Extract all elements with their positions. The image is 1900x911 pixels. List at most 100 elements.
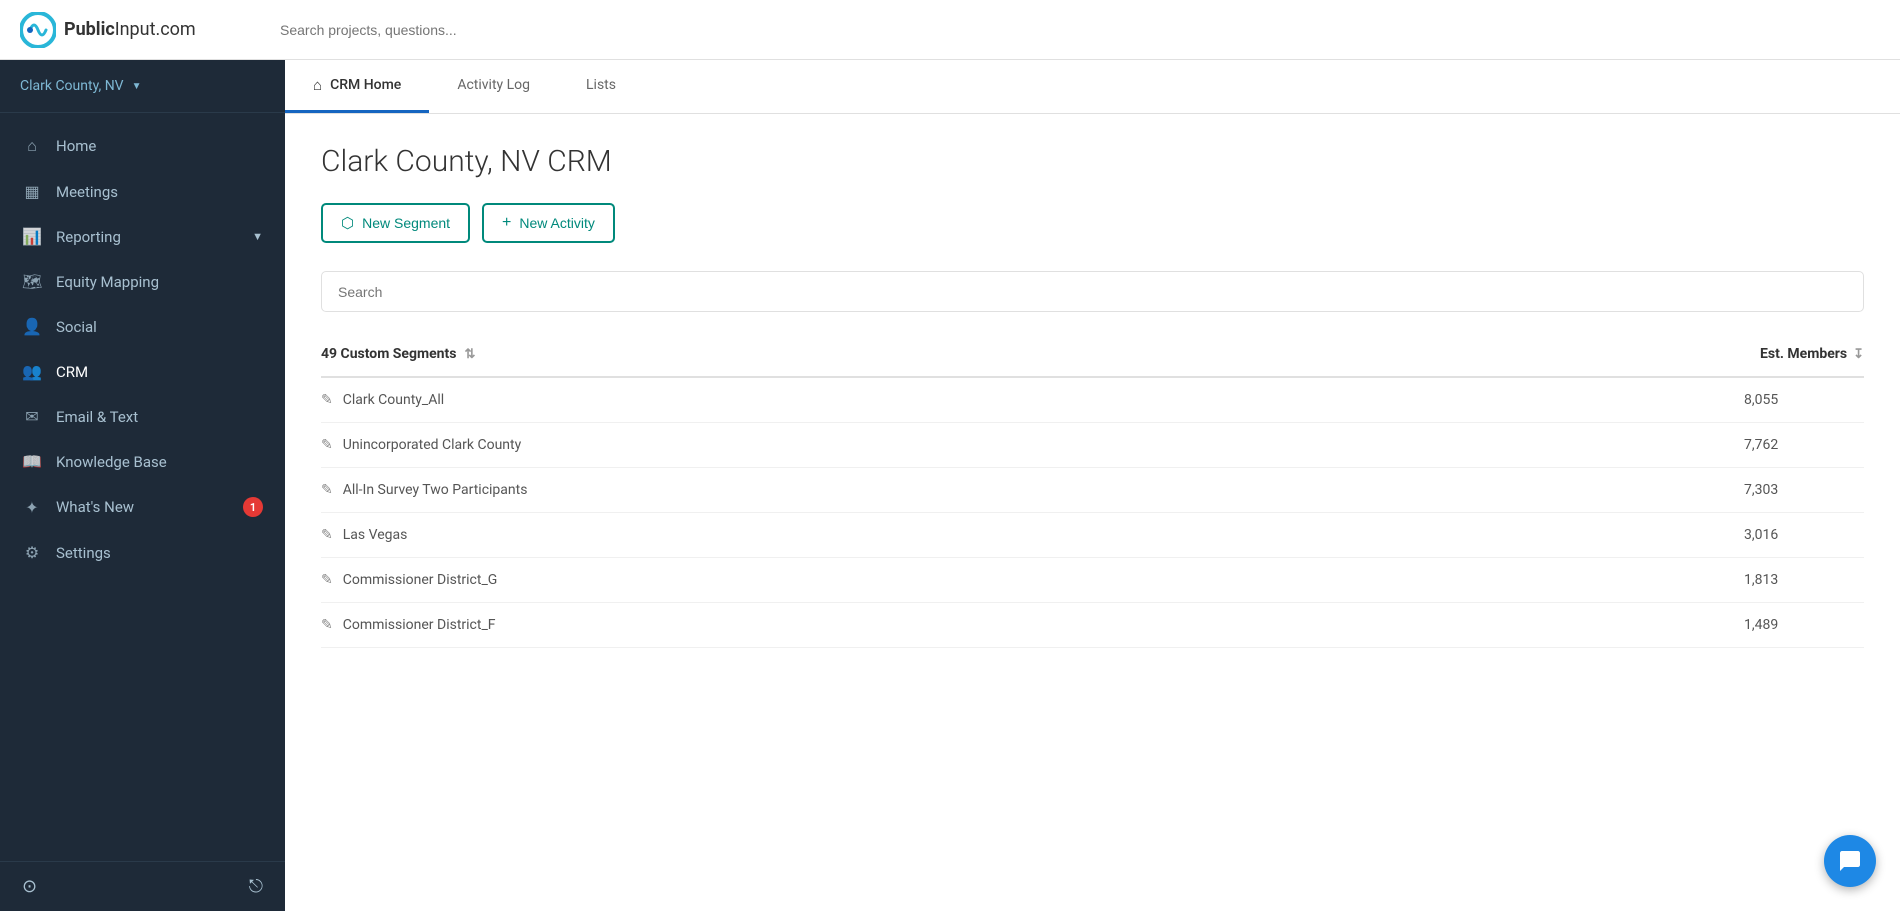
whats-new-icon: ✦ (22, 498, 42, 517)
sidebar-item-whats-new[interactable]: ✦ What's New 1 (0, 484, 285, 530)
sidebar-item-label: Social (56, 318, 263, 336)
org-selector[interactable]: Clark County, NV ▼ (0, 60, 285, 113)
search-input[interactable] (338, 284, 1847, 300)
segments-list: ✎ Clark County_All 8,055 ✎ Unincorporate… (321, 378, 1864, 648)
sidebar-item-meetings[interactable]: ▦ Meetings (0, 169, 285, 214)
tab-home-icon: ⌂ (313, 76, 322, 94)
sidebar-item-label: Home (56, 137, 263, 155)
col-name-header: 49 Custom Segments ⇅ (321, 346, 1760, 362)
sidebar-item-knowledge-base[interactable]: 📖 Knowledge Base (0, 439, 285, 484)
chat-button[interactable] (1824, 835, 1876, 887)
segment-name: Las Vegas (343, 527, 408, 543)
segment-name: Clark County_All (343, 392, 444, 408)
edit-icon: ✎ (321, 482, 333, 498)
content-area: ⌂ CRM Home Activity Log Lists Clark Coun… (285, 60, 1900, 911)
knowledge-base-icon: 📖 (22, 452, 42, 471)
table-row[interactable]: ✎ Commissioner District_G 1,813 (321, 558, 1864, 603)
new-segment-button[interactable]: ⬡ New Segment (321, 203, 470, 243)
segment-name: Commissioner District_F (343, 617, 496, 633)
social-icon: 👤 (22, 317, 42, 336)
action-bar: ⬡ New Segment + New Activity (321, 203, 1864, 243)
sidebar-item-label: Knowledge Base (56, 453, 263, 471)
reporting-icon: 📊 (22, 227, 42, 246)
search-input-wrap (321, 271, 1864, 312)
new-activity-label: New Activity (519, 215, 594, 231)
table-header: 49 Custom Segments ⇅ Est. Members ↧ (321, 332, 1864, 378)
segment-members-cell: 3,016 (1744, 527, 1864, 543)
edit-icon: ✎ (321, 572, 333, 588)
sidebar-item-reporting[interactable]: 📊 Reporting ▼ (0, 214, 285, 259)
table-row[interactable]: ✎ Unincorporated Clark County 7,762 (321, 423, 1864, 468)
members-sort-icon[interactable]: ↧ (1853, 347, 1864, 362)
sidebar-nav: ⌂ Home ▦ Meetings 📊 Reporting ▼ 🗺 Equity… (0, 113, 285, 861)
new-segment-icon: ⬡ (341, 214, 354, 232)
sidebar-item-social[interactable]: 👤 Social (0, 304, 285, 349)
sidebar: Clark County, NV ▼ ⌂ Home ▦ Meetings 📊 R… (0, 60, 285, 911)
table-row[interactable]: ✎ All-In Survey Two Participants 7,303 (321, 468, 1864, 513)
sidebar-item-settings[interactable]: ⚙ Settings (0, 530, 285, 575)
sidebar-item-label: Meetings (56, 183, 263, 201)
tab-crm-home[interactable]: ⌂ CRM Home (285, 60, 429, 113)
new-segment-label: New Segment (362, 215, 450, 231)
crm-icon: 👥 (22, 362, 42, 381)
segment-name-cell: ✎ Commissioner District_F (321, 617, 1744, 633)
help-icon[interactable]: ⊙ (22, 876, 37, 897)
tab-lists[interactable]: Lists (558, 60, 644, 113)
tab-label: Lists (586, 77, 616, 93)
new-activity-plus-icon: + (502, 214, 511, 232)
tab-label: Activity Log (457, 77, 530, 93)
tab-label: CRM Home (330, 77, 401, 93)
table-row[interactable]: ✎ Clark County_All 8,055 (321, 378, 1864, 423)
top-header: PublicInput.com (0, 0, 1900, 60)
new-activity-button[interactable]: + New Activity (482, 203, 615, 243)
email-icon: ✉ (22, 407, 42, 426)
sidebar-item-label: Equity Mapping (56, 273, 263, 291)
segment-name: Unincorporated Clark County (343, 437, 522, 453)
equity-mapping-icon: 🗺 (22, 272, 42, 291)
est-members-label: Est. Members (1760, 346, 1847, 362)
org-name: Clark County, NV (20, 78, 124, 94)
sidebar-item-label: Reporting (56, 228, 238, 246)
segments-table: 49 Custom Segments ⇅ Est. Members ↧ ✎ Cl… (321, 332, 1864, 648)
whats-new-badge: 1 (243, 497, 263, 517)
table-row[interactable]: ✎ Las Vegas 3,016 (321, 513, 1864, 558)
logo-text: PublicInput.com (64, 19, 196, 40)
sidebar-item-equity-mapping[interactable]: 🗺 Equity Mapping (0, 259, 285, 304)
segment-name: All-In Survey Two Participants (343, 482, 528, 498)
sidebar-item-label: What's New (56, 498, 229, 516)
global-search-input[interactable] (280, 22, 780, 38)
tab-bar: ⌂ CRM Home Activity Log Lists (285, 60, 1900, 114)
col-members-header: Est. Members ↧ (1760, 346, 1864, 362)
table-row[interactable]: ✎ Commissioner District_F 1,489 (321, 603, 1864, 648)
segments-search (321, 271, 1864, 312)
segment-name: Commissioner District_G (343, 572, 498, 588)
segment-name-cell: ✎ Unincorporated Clark County (321, 437, 1744, 453)
org-chevron-icon: ▼ (132, 81, 142, 92)
segment-members-cell: 7,303 (1744, 482, 1864, 498)
logout-icon[interactable]: ⎋ (249, 876, 263, 897)
tab-activity-log[interactable]: Activity Log (429, 60, 558, 113)
segment-name-cell: ✎ Commissioner District_G (321, 572, 1744, 588)
sidebar-item-label: Settings (56, 544, 263, 562)
page-title: Clark County, NV CRM (321, 144, 1864, 179)
segment-members-cell: 1,813 (1744, 572, 1864, 588)
sidebar-item-label: CRM (56, 363, 263, 381)
name-sort-icon[interactable]: ⇅ (464, 347, 475, 362)
sidebar-item-email-text[interactable]: ✉ Email & Text (0, 394, 285, 439)
chat-icon (1838, 849, 1862, 873)
logo-icon (20, 12, 56, 48)
edit-icon: ✎ (321, 392, 333, 408)
sidebar-item-label: Email & Text (56, 408, 263, 426)
segment-name-cell: ✎ Las Vegas (321, 527, 1744, 543)
sidebar-item-crm[interactable]: 👥 CRM (0, 349, 285, 394)
settings-icon: ⚙ (22, 543, 42, 562)
segment-name-cell: ✎ All-In Survey Two Participants (321, 482, 1744, 498)
segment-members-cell: 8,055 (1744, 392, 1864, 408)
edit-icon: ✎ (321, 527, 333, 543)
reporting-chevron-icon: ▼ (252, 230, 263, 243)
edit-icon: ✎ (321, 617, 333, 633)
edit-icon: ✎ (321, 437, 333, 453)
sidebar-item-home[interactable]: ⌂ Home (0, 123, 285, 169)
main-layout: Clark County, NV ▼ ⌂ Home ▦ Meetings 📊 R… (0, 60, 1900, 911)
global-search[interactable] (280, 20, 780, 39)
